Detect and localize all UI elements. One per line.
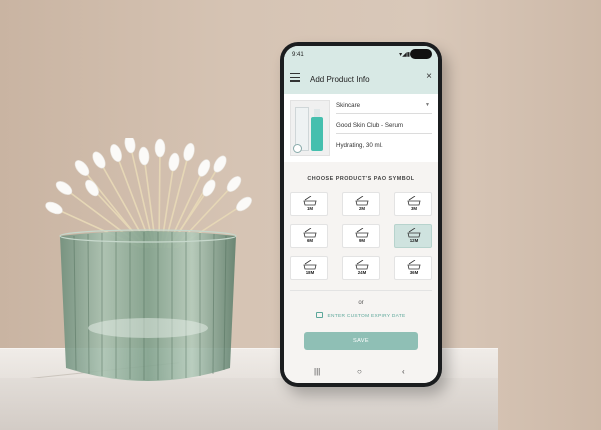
front-camera [410, 49, 432, 59]
chevron-down-icon: ▼ [425, 102, 430, 108]
edit-photo-icon[interactable] [293, 144, 302, 153]
jar-icon [355, 228, 369, 238]
save-button[interactable]: SAVE [304, 332, 418, 350]
pao-label: 24M [357, 270, 367, 275]
hamburger-icon[interactable] [290, 73, 300, 82]
glass-vase-image [59, 229, 237, 381]
product-card: Skincare ▼ Good Skin Club - Serum Hydrat… [284, 94, 438, 162]
jar-icon [407, 196, 421, 206]
pao-label: 9M [358, 238, 366, 243]
status-icons: ▾◢▮ [399, 52, 410, 58]
pao-label: 1M [306, 206, 314, 211]
system-nav-bar: ||| ○ ‹ [284, 361, 438, 383]
custom-expiry-link[interactable]: ENTER CUSTOM EXPIRY DATE [284, 312, 438, 319]
jar-icon [303, 228, 317, 238]
recent-apps-icon[interactable]: ||| [314, 367, 320, 376]
pao-option[interactable]: 9M [342, 224, 380, 248]
page-title: Add Product Info [310, 75, 370, 84]
pao-label: 6M [306, 238, 314, 243]
divider [290, 290, 432, 291]
jar-icon [407, 228, 421, 238]
jar-icon [355, 196, 369, 206]
pao-label: 3M [410, 206, 418, 211]
calendar-icon [316, 312, 324, 318]
category-select[interactable]: Skincare ▼ [336, 102, 432, 114]
pao-option[interactable]: 18M [290, 256, 328, 280]
pao-option[interactable]: 2M [342, 192, 380, 216]
pao-label: 12M [409, 238, 419, 243]
app-bar: Add Product Info × [284, 64, 438, 94]
or-separator: or [358, 300, 364, 306]
pao-option-selected[interactable]: 12M [394, 224, 432, 248]
pao-option[interactable]: 1M [290, 192, 328, 216]
category-value: Skincare [336, 102, 361, 109]
jar-icon [407, 260, 421, 270]
pao-label: 18M [305, 270, 315, 275]
product-name-value: Good Skin Club - Serum [336, 122, 404, 129]
back-icon[interactable]: ‹ [402, 367, 405, 376]
custom-expiry-label: ENTER CUSTOM EXPIRY DATE [327, 314, 406, 319]
product-name-field[interactable]: Good Skin Club - Serum [336, 122, 432, 134]
status-bar: 9:41 ▾◢▮ [284, 46, 438, 64]
jar-icon [303, 260, 317, 270]
jar-icon [303, 196, 317, 206]
pao-option[interactable]: 6M [290, 224, 328, 248]
close-icon[interactable]: × [426, 72, 432, 82]
status-time: 9:41 [292, 52, 304, 58]
pao-label: 36M [409, 270, 419, 275]
home-icon[interactable]: ○ [357, 367, 362, 376]
bottle-image [311, 117, 323, 151]
product-description-field[interactable]: Hydrating, 30 ml. [336, 142, 432, 153]
jar-icon [355, 260, 369, 270]
pao-heading: CHOOSE PRODUCT'S PAO SYMBOL [307, 176, 415, 182]
pao-option[interactable]: 24M [342, 256, 380, 280]
product-thumbnail[interactable] [290, 100, 330, 156]
smartphone: 9:41 ▾◢▮ Add Product Info × Skincare ▼ G… [280, 42, 442, 387]
phone-screen: 9:41 ▾◢▮ Add Product Info × Skincare ▼ G… [284, 46, 438, 383]
pao-label: 2M [358, 206, 366, 211]
pao-option[interactable]: 36M [394, 256, 432, 280]
pao-option[interactable]: 3M [394, 192, 432, 216]
product-description-value: Hydrating, 30 ml. [336, 142, 383, 149]
